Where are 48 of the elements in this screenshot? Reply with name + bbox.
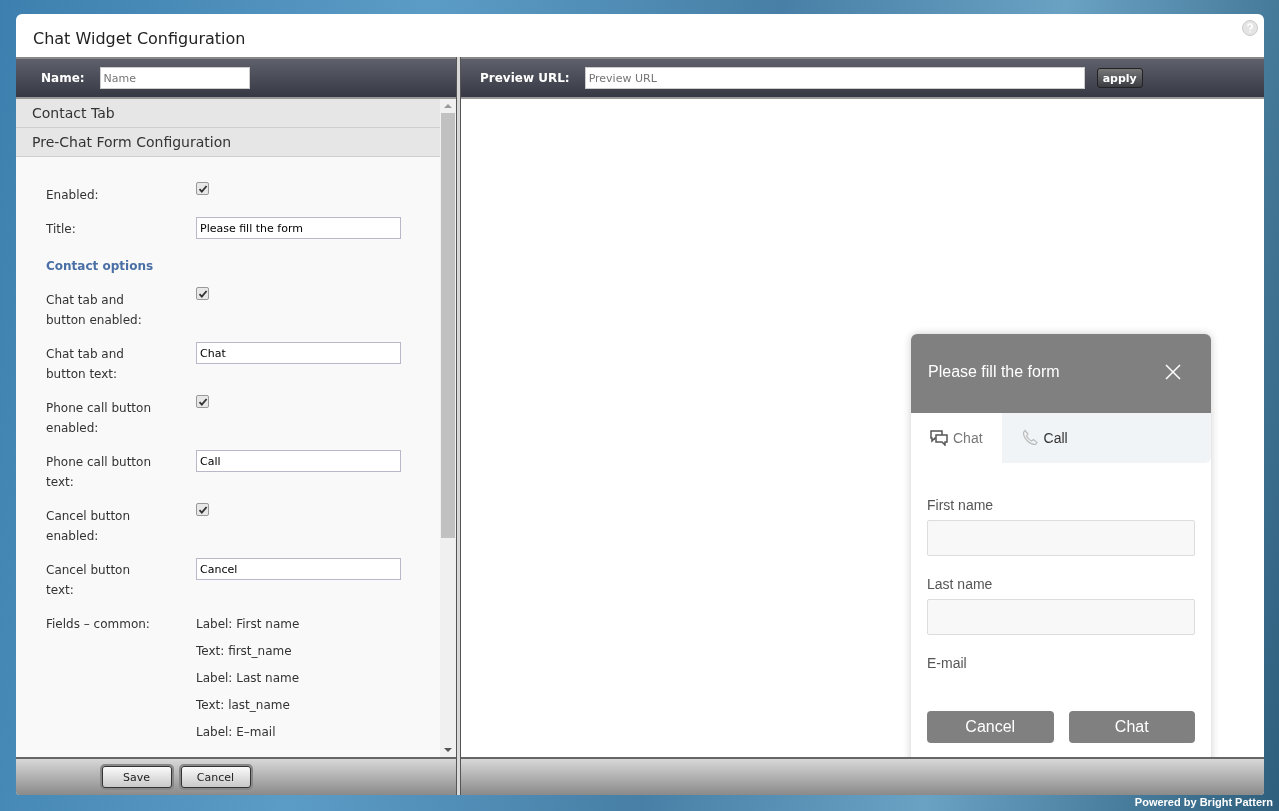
list-item: Text: first_name <box>196 643 293 660</box>
field-label: First name <box>927 497 995 513</box>
preview-url-label: Preview URL: <box>480 71 570 85</box>
text-field[interactable]: Call <box>196 450 401 472</box>
name-label: Name: <box>41 71 85 85</box>
list-item: Label: Last name <box>196 670 301 687</box>
field-label: E-mail <box>927 655 968 669</box>
field-label: Chat tab and button text: <box>46 346 125 383</box>
name-field[interactable]: Name <box>99 67 250 89</box>
footer-button[interactable]: Cancel <box>180 766 251 788</box>
section-heading: Contact options <box>46 258 155 275</box>
text-field[interactable] <box>927 520 1195 556</box>
widget-tab[interactable]: Call <box>1001 413 1087 463</box>
widget-button[interactable]: Chat <box>1068 711 1195 743</box>
section-header[interactable]: Pre-Chat Form Configuration <box>16 128 440 157</box>
field-label: Chat tab and button enabled: <box>46 292 143 329</box>
scrollbar[interactable] <box>440 99 456 757</box>
field-label: Phone call button text: <box>46 454 152 491</box>
text-field[interactable]: Cancel <box>196 558 401 580</box>
list-item: Text: last_name <box>196 697 291 714</box>
window-title: Chat Widget Configuration <box>33 27 246 48</box>
field-label: Title: <box>46 221 77 238</box>
field-label: Fields – common: <box>46 616 151 633</box>
preview-url-field[interactable]: Preview URL <box>584 67 1085 89</box>
phone-icon <box>1020 429 1039 447</box>
field-label: Cancel button text: <box>46 562 132 599</box>
field-label: Phone call button enabled: <box>46 400 152 437</box>
chat-bubbles-icon <box>930 430 948 446</box>
checkbox[interactable] <box>196 182 209 195</box>
field-label: Last name <box>927 576 994 592</box>
list-item: Label: First name <box>196 616 301 633</box>
text-field[interactable]: Chat <box>196 342 401 364</box>
checkbox[interactable] <box>196 503 209 516</box>
splitter[interactable] <box>456 57 461 795</box>
checkbox[interactable] <box>196 287 209 300</box>
widget-title: Please fill the form <box>928 362 1060 381</box>
list-item: Label: E–mail <box>196 724 277 741</box>
powered-by-text: Powered by Bright Pattern <box>1134 796 1273 808</box>
text-field[interactable]: Please fill the form <box>196 217 401 239</box>
text-field[interactable] <box>927 599 1195 635</box>
footer-button[interactable]: Save <box>101 766 172 788</box>
apply-button[interactable]: apply <box>1096 68 1143 88</box>
field-label: Cancel button enabled: <box>46 508 132 545</box>
section-header[interactable]: Contact Tab <box>16 99 440 128</box>
checkbox[interactable] <box>196 395 209 408</box>
field-label: Enabled: <box>46 187 100 204</box>
widget-button[interactable]: Cancel <box>927 711 1054 743</box>
close-icon[interactable] <box>1165 363 1181 380</box>
